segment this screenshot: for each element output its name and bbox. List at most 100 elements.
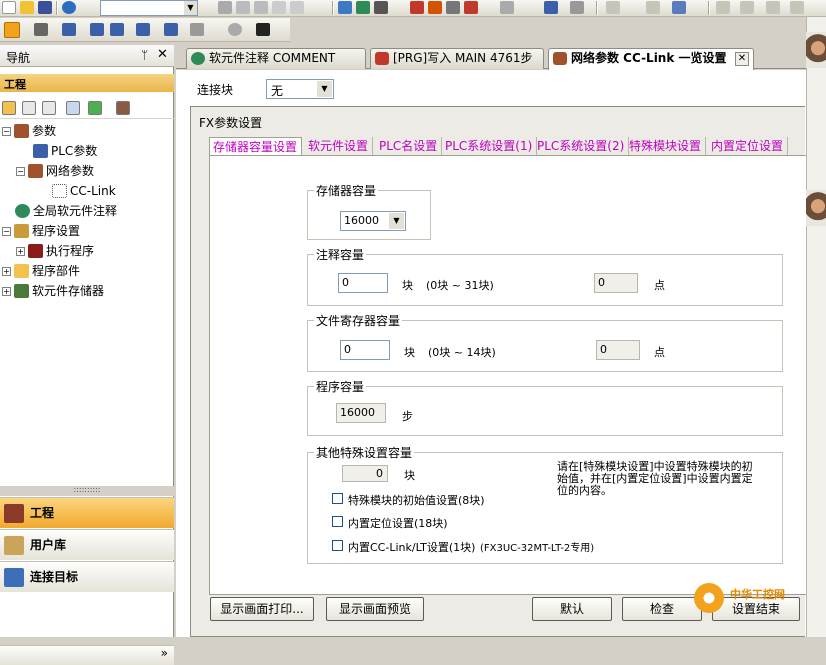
print-screen-button[interactable]: 显示画面打印...: [210, 597, 314, 621]
collapse-icon[interactable]: −: [2, 227, 11, 236]
builtin-cclink-label: 内置CC-Link/LT设置(1块): [348, 541, 476, 554]
stop-icon[interactable]: [464, 1, 478, 14]
tree-item-network-params[interactable]: − 网络参数: [16, 162, 94, 180]
tree-item-cc-link[interactable]: CC-Link: [52, 182, 116, 200]
tab-comment[interactable]: 软元件注释 COMMENT: [186, 48, 366, 69]
expand-icon[interactable]: +: [2, 267, 11, 276]
align4-icon[interactable]: [790, 1, 804, 14]
tab-close-icon[interactable]: ✕: [735, 52, 749, 66]
nav-button-user-library[interactable]: 用户库: [0, 529, 174, 560]
monitor-icon[interactable]: [446, 1, 460, 14]
comment-capacity-input[interactable]: 0: [338, 273, 388, 293]
nav-more-button[interactable]: »: [0, 645, 174, 665]
expand-icon[interactable]: +: [2, 287, 11, 296]
builtin-cclink-checkbox[interactable]: [332, 540, 343, 551]
device-icon[interactable]: [500, 1, 514, 14]
device-memory-icon: [14, 284, 29, 298]
watermark-logo-icon: [694, 583, 724, 613]
tree-item-global-comment[interactable]: 全局软元件注释: [15, 202, 117, 220]
question-icon[interactable]: [228, 23, 242, 36]
tab-special-module[interactable]: 特殊模块设置: [626, 137, 707, 156]
project-view-icon[interactable]: [4, 22, 20, 38]
link-block-select[interactable]: 无 ▼: [266, 79, 334, 99]
read-icon[interactable]: [356, 1, 370, 14]
network-params-icon: [28, 164, 43, 178]
settings-icon[interactable]: [116, 101, 130, 115]
ladder-write-icon[interactable]: [338, 1, 352, 14]
expand-icon[interactable]: +: [16, 247, 25, 256]
dev-b-icon[interactable]: [110, 23, 124, 36]
default-button[interactable]: 默认: [532, 597, 612, 621]
main-toolbar: ▼: [0, 0, 826, 17]
dev2-icon[interactable]: [570, 1, 584, 14]
paste-item-icon[interactable]: [42, 101, 56, 115]
copy-item-icon[interactable]: [22, 101, 36, 115]
print-preview-button[interactable]: 显示画面预览: [326, 597, 424, 621]
cut-icon[interactable]: [218, 1, 232, 14]
tree-item-program-parts[interactable]: + 程序部件: [2, 262, 80, 280]
other-settings-group: 其他特殊设置容量 0 块 请在[特殊模块设置]中设置特殊模块的初始值，并在[内置…: [307, 444, 783, 564]
toolbar-combo[interactable]: ▼: [100, 0, 198, 16]
copy-icon[interactable]: [236, 1, 250, 14]
collapse-icon[interactable]: −: [2, 127, 11, 136]
memory-capacity-select[interactable]: 16000 ▼: [340, 211, 406, 231]
align3-icon[interactable]: [766, 1, 780, 14]
module-icon[interactable]: [34, 23, 48, 36]
library-icon: [4, 536, 24, 555]
refresh-icon[interactable]: [88, 101, 102, 115]
redo-icon[interactable]: [290, 1, 304, 14]
read-plc-icon[interactable]: [428, 1, 442, 14]
align-icon[interactable]: [716, 1, 730, 14]
dev-a-icon[interactable]: [90, 23, 104, 36]
open-icon[interactable]: [20, 1, 34, 14]
tree-item-plc-params[interactable]: PLC参数: [33, 142, 97, 160]
new-icon[interactable]: [2, 1, 16, 14]
tab-memory-capacity[interactable]: 存储器容量设置: [209, 137, 303, 156]
program-icon: [375, 52, 389, 65]
properties-icon[interactable]: [66, 101, 80, 115]
save-icon[interactable]: [38, 1, 52, 14]
dev-icon[interactable]: [544, 1, 558, 14]
help-icon[interactable]: [62, 1, 76, 14]
tab-builtin-positioning[interactable]: 内置定位设置: [708, 137, 789, 156]
avatar: [806, 32, 826, 68]
nav-button-project[interactable]: 工程: [0, 497, 174, 528]
special-module-checkbox[interactable]: [332, 493, 343, 504]
binoculars-icon[interactable]: [256, 23, 270, 36]
tree-item-execute-program[interactable]: + 执行程序: [16, 242, 94, 260]
dev-d-icon[interactable]: [164, 23, 178, 36]
dev-c-icon[interactable]: [136, 23, 150, 36]
file-register-unit: 块: [404, 346, 415, 359]
write-plc-icon[interactable]: [410, 1, 424, 14]
tab-plc-name[interactable]: PLC名设置: [376, 137, 443, 156]
check-button[interactable]: 检查: [622, 597, 702, 621]
paste-icon[interactable]: [254, 1, 268, 14]
collapse-icon[interactable]: −: [16, 167, 25, 176]
undo-icon[interactable]: [272, 1, 286, 14]
verify-icon[interactable]: [374, 1, 388, 14]
search-icon[interactable]: [190, 23, 204, 36]
special-module-note: 请在[特殊模块设置]中设置特殊模块的初始值，并在[内置定位设置]中设置内置定位的…: [557, 460, 753, 497]
tab-program[interactable]: [PRG]写入 MAIN 4761步: [370, 48, 544, 69]
params-icon: [14, 124, 29, 138]
tab-plc-system-2[interactable]: PLC系统设置(2): [534, 137, 630, 156]
tool2-icon[interactable]: [646, 1, 660, 14]
tree-item-device-memory[interactable]: + 软元件存储器: [2, 282, 104, 300]
file-register-input[interactable]: 0: [340, 340, 390, 360]
builtin-positioning-checkbox[interactable]: [332, 516, 343, 527]
align2-icon[interactable]: [740, 1, 754, 14]
window-icon[interactable]: [672, 1, 686, 14]
nav-button-connection[interactable]: 连接目标: [0, 561, 174, 592]
tab-plc-system-1[interactable]: PLC系统设置(1): [442, 137, 538, 156]
new-item-icon[interactable]: [2, 101, 16, 115]
comment-range: (0块 ~ 31块): [426, 279, 494, 292]
tab-device-settings[interactable]: 软元件设置: [305, 137, 374, 156]
tab-network-params[interactable]: 网络参数 CC-Link 一览设置 ✕: [548, 48, 754, 70]
pin-icon[interactable]: ᛘ: [141, 48, 148, 62]
tool-icon[interactable]: [606, 1, 620, 14]
tree-item-params[interactable]: − 参数: [2, 122, 56, 140]
tree-item-program-settings[interactable]: − 程序设置: [2, 222, 80, 240]
close-icon[interactable]: ✕: [157, 47, 168, 62]
list-icon[interactable]: [62, 23, 76, 36]
nav-splitter[interactable]: ::::::::::: [0, 486, 174, 496]
